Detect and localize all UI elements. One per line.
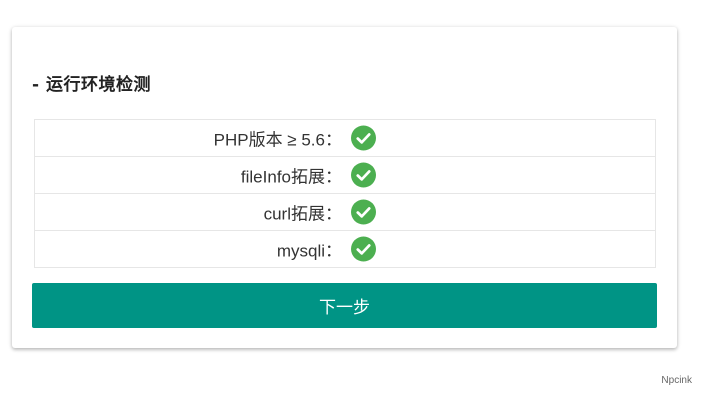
environment-check-card: - 运行环境检测 PHP版本 ≥ 5.6： fileInfo拓展： curl拓展… xyxy=(12,27,677,348)
check-row-php-version: PHP版本 ≥ 5.6： xyxy=(34,119,656,157)
check-label: curl拓展： xyxy=(263,204,342,224)
check-circle-icon xyxy=(351,236,376,262)
check-label: mysqli： xyxy=(276,241,342,261)
check-circle-icon xyxy=(351,199,376,225)
next-step-button[interactable]: 下一步 xyxy=(32,283,657,328)
footer-brand: Npcink xyxy=(661,375,692,386)
section-title: - 运行环境检测 xyxy=(32,75,151,95)
check-circle-icon xyxy=(351,162,376,188)
check-row-curl: curl拓展： xyxy=(34,193,656,231)
check-label: fileInfo拓展： xyxy=(240,167,342,187)
check-circle-icon xyxy=(351,125,376,151)
check-row-fileinfo: fileInfo拓展： xyxy=(34,156,656,194)
check-label: PHP版本 ≥ 5.6： xyxy=(213,130,342,150)
environment-check-table: PHP版本 ≥ 5.6： fileInfo拓展： curl拓展： mysqli： xyxy=(34,119,656,268)
check-row-mysqli: mysqli： xyxy=(34,230,656,268)
